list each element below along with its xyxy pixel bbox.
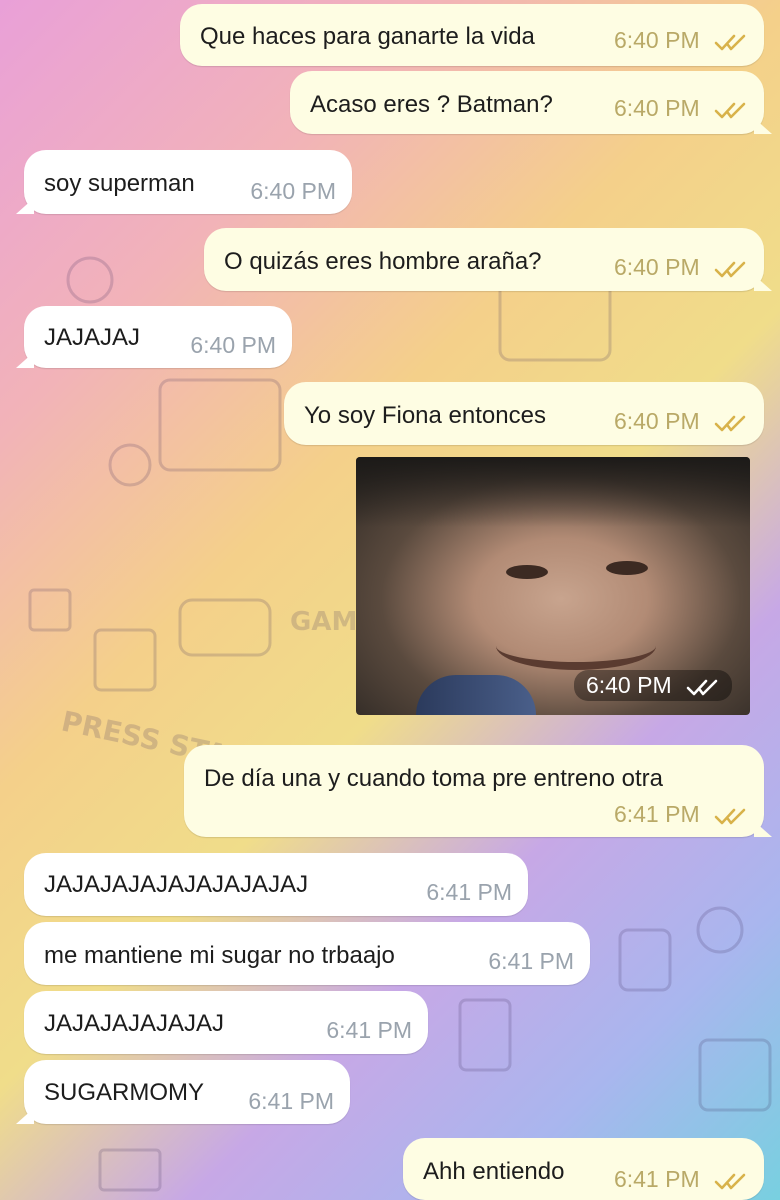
- message-meta: 6:40 PM: [614, 254, 748, 281]
- message-meta: 6:40 PM: [614, 95, 748, 122]
- message-time: 6:40 PM: [613, 27, 700, 53]
- message-bubble-outgoing[interactable]: De día una y cuando toma pre entreno otr…: [184, 745, 772, 837]
- message-bubble-incoming[interactable]: JAJAJAJAJAJAJAJAJAJ 6:41 PM: [24, 853, 528, 916]
- message-time: 6:40 PM: [250, 178, 336, 204]
- message-meta: 6:40 PM: [614, 27, 748, 54]
- message-time: 6:41 PM: [613, 1166, 700, 1192]
- message-time: 6:40 PM: [585, 672, 672, 698]
- read-icon: [714, 102, 746, 119]
- read-icon: [714, 415, 746, 432]
- read-icon: [714, 1173, 746, 1190]
- message-time: 6:41 PM: [488, 948, 574, 974]
- message-text: JAJAJAJ: [44, 324, 141, 351]
- message-time: 6:41 PM: [613, 801, 700, 827]
- photo-mouth: [496, 622, 656, 670]
- message-time: 6:40 PM: [613, 95, 700, 121]
- message-text: soy superman: [44, 170, 195, 197]
- message-text: Que haces para ganarte la vida: [200, 23, 535, 50]
- message-text: O quizás eres hombre araña?: [224, 248, 542, 275]
- bubble-tail: [16, 352, 34, 368]
- message-text: De día una y cuando toma pre entreno otr…: [204, 765, 663, 792]
- read-icon: [686, 679, 718, 696]
- message-bubble-incoming[interactable]: JAJAJAJ 6:40 PM: [16, 306, 292, 368]
- message-bubble-incoming[interactable]: me mantiene mi sugar no trbaajo 6:41 PM: [24, 922, 590, 985]
- message-bubble-incoming[interactable]: JAJAJAJAJAJAJ 6:41 PM: [24, 991, 428, 1054]
- bubble-tail: [754, 118, 772, 134]
- bubble-tail: [754, 821, 772, 837]
- message-bubble-outgoing[interactable]: O quizás eres hombre araña? 6:40 PM: [204, 228, 772, 291]
- message-text: Ahh entiendo: [423, 1158, 565, 1185]
- photo-eye: [606, 561, 648, 575]
- message-time: 6:40 PM: [613, 254, 700, 280]
- message-text: Acaso eres ? Batman?: [310, 91, 553, 118]
- message-text: me mantiene mi sugar no trbaajo: [44, 942, 395, 969]
- bubble-tail: [16, 198, 34, 214]
- message-meta: 6:41 PM: [614, 1166, 748, 1193]
- message-time: 6:40 PM: [190, 332, 276, 358]
- read-icon: [714, 261, 746, 278]
- message-bubble-outgoing[interactable]: Que haces para ganarte la vida 6:40 PM: [180, 4, 764, 66]
- message-time: 6:41 PM: [248, 1088, 334, 1114]
- message-bubble-outgoing[interactable]: Acaso eres ? Batman? 6:40 PM: [290, 71, 772, 134]
- message-meta: 6:41 PM: [614, 801, 748, 828]
- message-time: 6:40 PM: [613, 408, 700, 434]
- photo-message[interactable]: 6:40 PM: [356, 457, 750, 715]
- message-bubble-outgoing[interactable]: Yo soy Fiona entonces 6:40 PM: [284, 382, 764, 445]
- message-text: JAJAJAJAJAJAJAJAJAJ: [44, 871, 309, 898]
- chat-area[interactable]: Que haces para ganarte la vida 6:40 PM A…: [0, 0, 780, 1200]
- read-icon: [714, 808, 746, 825]
- message-text: JAJAJAJAJAJAJ: [44, 1010, 225, 1037]
- message-bubble-incoming[interactable]: soy superman 6:40 PM: [16, 150, 352, 214]
- read-icon: [714, 34, 746, 51]
- bubble-tail: [16, 1108, 34, 1124]
- message-bubble-outgoing[interactable]: Ahh entiendo 6:41 PM: [403, 1138, 764, 1200]
- message-text: SUGARMOMY: [44, 1079, 205, 1106]
- message-time: 6:41 PM: [326, 1017, 412, 1043]
- photo-meta: 6:40 PM: [573, 670, 732, 701]
- message-text: Yo soy Fiona entonces: [304, 402, 546, 429]
- message-bubble-incoming[interactable]: SUGARMOMY 6:41 PM: [16, 1060, 350, 1124]
- message-time: 6:41 PM: [426, 879, 512, 905]
- bubble-tail: [754, 275, 772, 291]
- photo-hair-shade: [356, 457, 750, 527]
- message-meta: 6:40 PM: [614, 408, 748, 435]
- photo-eye: [506, 565, 548, 579]
- photo-shirt: [416, 675, 536, 715]
